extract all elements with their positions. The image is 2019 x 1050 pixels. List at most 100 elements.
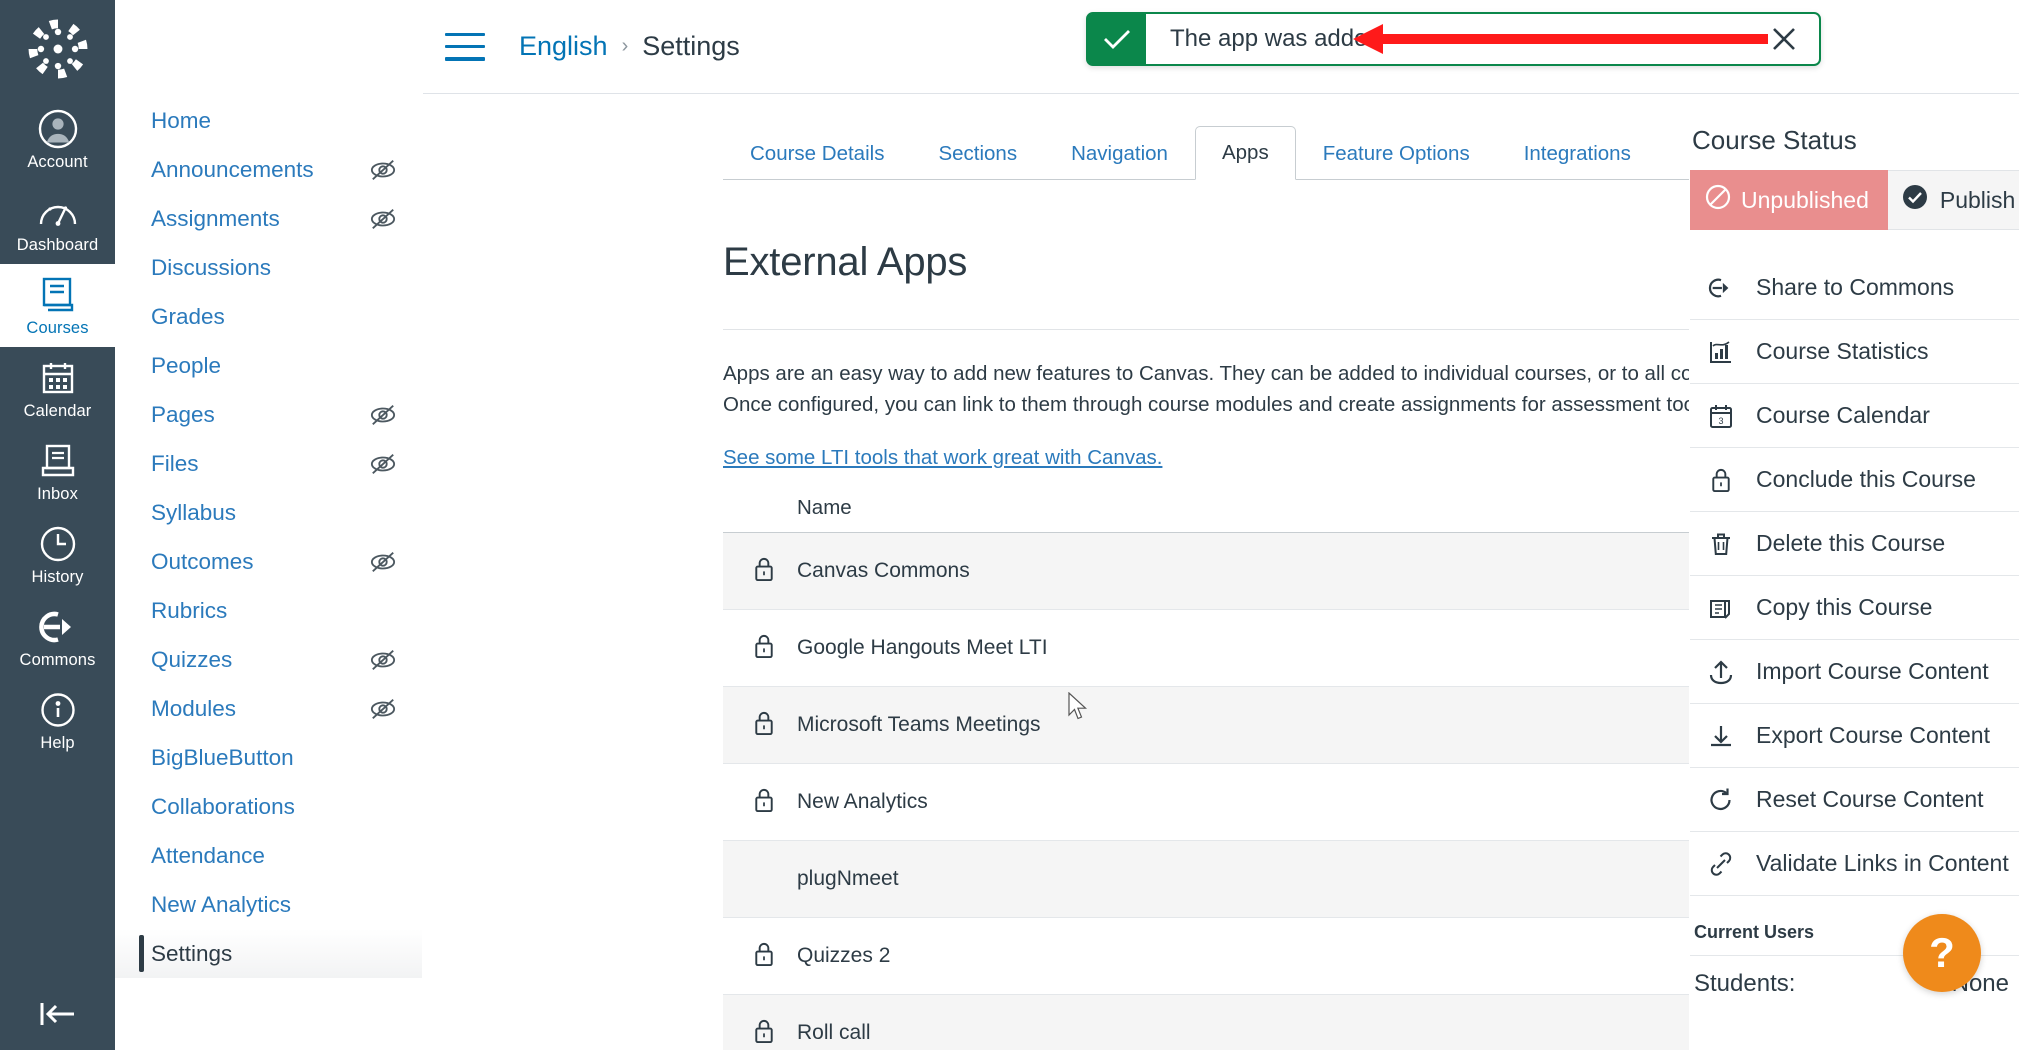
- course-nav-link[interactable]: Modules: [115, 684, 422, 733]
- breadcrumb-item-course[interactable]: English: [519, 31, 608, 62]
- settings-tabs: Course Details Sections Navigation Apps Feat…: [723, 125, 1689, 180]
- sidebar-link[interactable]: Reset Course Content: [1690, 768, 2019, 831]
- course-nav-link[interactable]: Assignments: [115, 194, 422, 243]
- course-nav-item-new-analytics[interactable]: New Analytics: [115, 880, 422, 929]
- canvas-logo-icon[interactable]: [0, 0, 115, 98]
- reset-refresh-icon: [1708, 787, 1734, 813]
- global-nav-item-help[interactable]: Help: [0, 679, 115, 762]
- course-nav-link[interactable]: Settings: [115, 929, 422, 978]
- course-nav-item-home[interactable]: Home: [115, 96, 422, 145]
- course-status-sidebar: Course Status Unpublished Publish Share …: [1689, 95, 2019, 1050]
- course-nav-link[interactable]: Files: [115, 439, 422, 488]
- table-row: Microsoft Teams Meetings: [723, 686, 1689, 764]
- course-nav-link[interactable]: Attendance: [115, 831, 422, 880]
- course-nav-link[interactable]: People: [115, 341, 422, 390]
- global-nav-item-courses[interactable]: Courses: [0, 264, 115, 347]
- tab-feature-options[interactable]: Feature Options: [1296, 127, 1497, 180]
- course-nav-label: Modules: [151, 695, 237, 721]
- sidebar-link[interactable]: Copy this Course: [1690, 576, 2019, 639]
- global-nav-item-dashboard[interactable]: Dashboard: [0, 181, 115, 264]
- course-nav-item-grades[interactable]: Grades: [115, 292, 422, 341]
- global-nav-item-commons[interactable]: Commons: [0, 596, 115, 679]
- sidebar-link[interactable]: Export Course Content: [1690, 704, 2019, 767]
- sidebar-item-import-course-content[interactable]: Import Course Content: [1690, 640, 2019, 704]
- upload-icon: [1708, 659, 1734, 685]
- global-nav-label: Help: [40, 734, 75, 752]
- global-nav-item-history[interactable]: History: [0, 513, 115, 596]
- lti-tools-link[interactable]: See some LTI tools that work great with …: [723, 446, 1162, 470]
- course-nav-link[interactable]: New Analytics: [115, 880, 422, 929]
- course-nav-link[interactable]: BigBlueButton: [115, 733, 422, 782]
- course-nav-label: People: [151, 352, 222, 378]
- commons-share-icon: [1708, 275, 1734, 301]
- sidebar-item-conclude-this-course[interactable]: Conclude this Course: [1690, 448, 2019, 512]
- course-nav-link[interactable]: Collaborations: [115, 782, 422, 831]
- course-nav-item-pages[interactable]: Pages: [115, 390, 422, 439]
- unpublished-status-button[interactable]: Unpublished: [1690, 170, 1888, 230]
- course-nav-item-attendance[interactable]: Attendance: [115, 831, 422, 880]
- table-row: Canvas Commons: [723, 532, 1689, 610]
- publish-button[interactable]: Publish: [1887, 170, 2019, 230]
- sidebar-link[interactable]: Course Statistics: [1690, 320, 2019, 383]
- course-nav-item-modules[interactable]: Modules: [115, 684, 422, 733]
- course-nav-item-assignments[interactable]: Assignments: [115, 194, 422, 243]
- sidebar-link[interactable]: Validate Links in Content: [1690, 832, 2019, 895]
- global-nav-item-account[interactable]: Account: [0, 98, 115, 181]
- course-nav-link[interactable]: Home: [115, 96, 422, 145]
- close-x-icon[interactable]: [1749, 14, 1819, 64]
- sidebar-item-course-calendar[interactable]: 3 Course Calendar: [1690, 384, 2019, 448]
- course-nav-item-outcomes[interactable]: Outcomes: [115, 537, 422, 586]
- help-question-icon[interactable]: ?: [1903, 914, 1981, 992]
- course-nav-label: Attendance: [151, 842, 265, 868]
- course-nav-link[interactable]: Discussions: [115, 243, 422, 292]
- hamburger-menu-icon[interactable]: [445, 32, 485, 61]
- course-nav-item-syllabus[interactable]: Syllabus: [115, 488, 422, 537]
- sidebar-item-label: Course Statistics: [1756, 338, 1929, 364]
- row-lock-cell: [723, 609, 797, 687]
- course-nav-link[interactable]: Pages: [115, 390, 422, 439]
- sidebar-item-label: Delete this Course: [1756, 530, 1946, 556]
- row-lock-cell: [723, 532, 797, 610]
- course-nav-item-quizzes[interactable]: Quizzes: [115, 635, 422, 684]
- collapse-left-arrow-icon[interactable]: [0, 978, 115, 1050]
- course-nav-item-collaborations[interactable]: Collaborations: [115, 782, 422, 831]
- table-row: Google Hangouts Meet LTI: [723, 609, 1689, 687]
- sidebar-link[interactable]: 3 Course Calendar: [1690, 384, 2019, 447]
- course-nav-link[interactable]: Grades: [115, 292, 422, 341]
- sidebar-link[interactable]: Conclude this Course: [1690, 448, 2019, 511]
- tab-sections[interactable]: Sections: [911, 127, 1044, 180]
- sidebar-item-share-to-commons[interactable]: Share to Commons: [1690, 256, 2019, 320]
- sidebar-item-export-course-content[interactable]: Export Course Content: [1690, 704, 2019, 768]
- tab-integrations[interactable]: Integrations: [1497, 127, 1658, 180]
- sidebar-item-delete-this-course[interactable]: Delete this Course: [1690, 512, 2019, 576]
- course-nav-link[interactable]: Quizzes: [115, 635, 422, 684]
- course-nav-item-discussions[interactable]: Discussions: [115, 243, 422, 292]
- course-nav-label: Grades: [151, 303, 225, 329]
- course-nav-link[interactable]: Outcomes: [115, 537, 422, 586]
- course-nav-link[interactable]: Syllabus: [115, 488, 422, 537]
- sidebar-link[interactable]: Delete this Course: [1690, 512, 2019, 575]
- sidebar-item-reset-course-content[interactable]: Reset Course Content: [1690, 768, 2019, 832]
- tab-course-details[interactable]: Course Details: [723, 127, 911, 180]
- course-nav-item-announcements[interactable]: Announcements: [115, 145, 422, 194]
- sidebar-item-validate-links-in-content[interactable]: Validate Links in Content: [1690, 832, 2019, 896]
- global-nav-item-inbox[interactable]: Inbox: [0, 430, 115, 513]
- eye-off-icon: [370, 402, 396, 428]
- sidebar-item-copy-this-course[interactable]: Copy this Course: [1690, 576, 2019, 640]
- course-nav-label: Quizzes: [151, 646, 233, 672]
- global-nav-label: Dashboard: [16, 236, 99, 254]
- course-nav-item-settings[interactable]: Settings: [115, 929, 422, 978]
- course-nav-item-rubrics[interactable]: Rubrics: [115, 586, 422, 635]
- course-nav-label: Announcements: [151, 156, 314, 182]
- course-nav-link[interactable]: Rubrics: [115, 586, 422, 635]
- sidebar-link[interactable]: Import Course Content: [1690, 640, 2019, 703]
- sidebar-link[interactable]: Share to Commons: [1690, 256, 2019, 319]
- tab-apps[interactable]: Apps: [1194, 126, 1296, 180]
- course-nav-item-people[interactable]: People: [115, 341, 422, 390]
- sidebar-item-course-statistics[interactable]: Course Statistics: [1690, 320, 2019, 384]
- tab-navigation[interactable]: Navigation: [1044, 127, 1195, 180]
- course-nav-item-files[interactable]: Files: [115, 439, 422, 488]
- course-nav-item-bigbluebutton[interactable]: BigBlueButton: [115, 733, 422, 782]
- course-nav-link[interactable]: Announcements: [115, 145, 422, 194]
- global-nav-item-calendar[interactable]: Calendar: [0, 347, 115, 430]
